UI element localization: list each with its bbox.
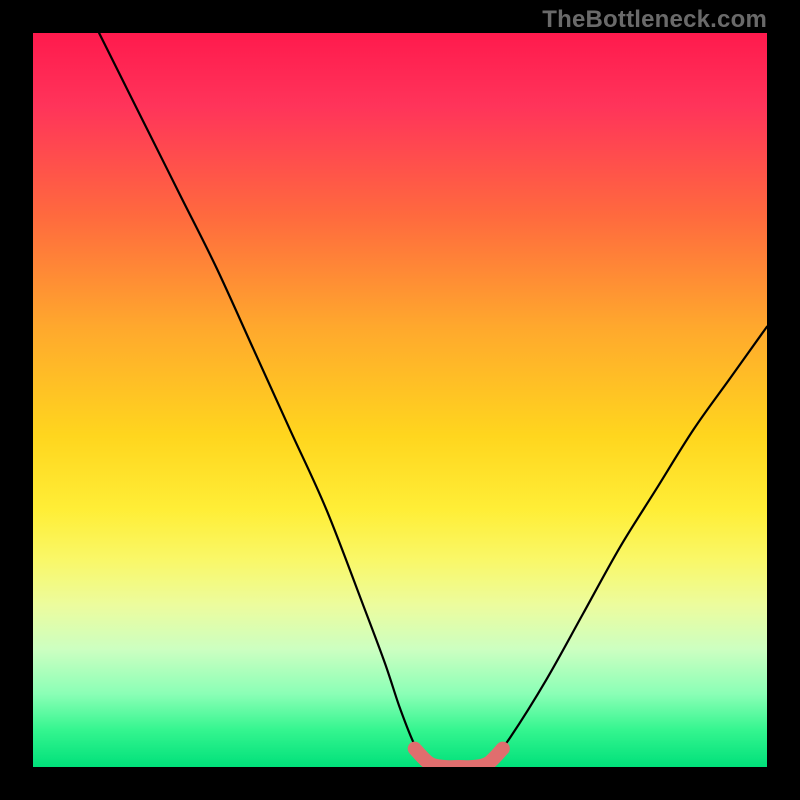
chart-frame: TheBottleneck.com: [0, 0, 800, 800]
watermark-label: TheBottleneck.com: [542, 6, 767, 34]
bottleneck-curve-left: [99, 33, 429, 767]
curve-layer: [33, 33, 767, 767]
bottleneck-curve-right: [488, 327, 767, 767]
bottleneck-highlight: [415, 749, 503, 767]
plot-area: [33, 33, 767, 767]
